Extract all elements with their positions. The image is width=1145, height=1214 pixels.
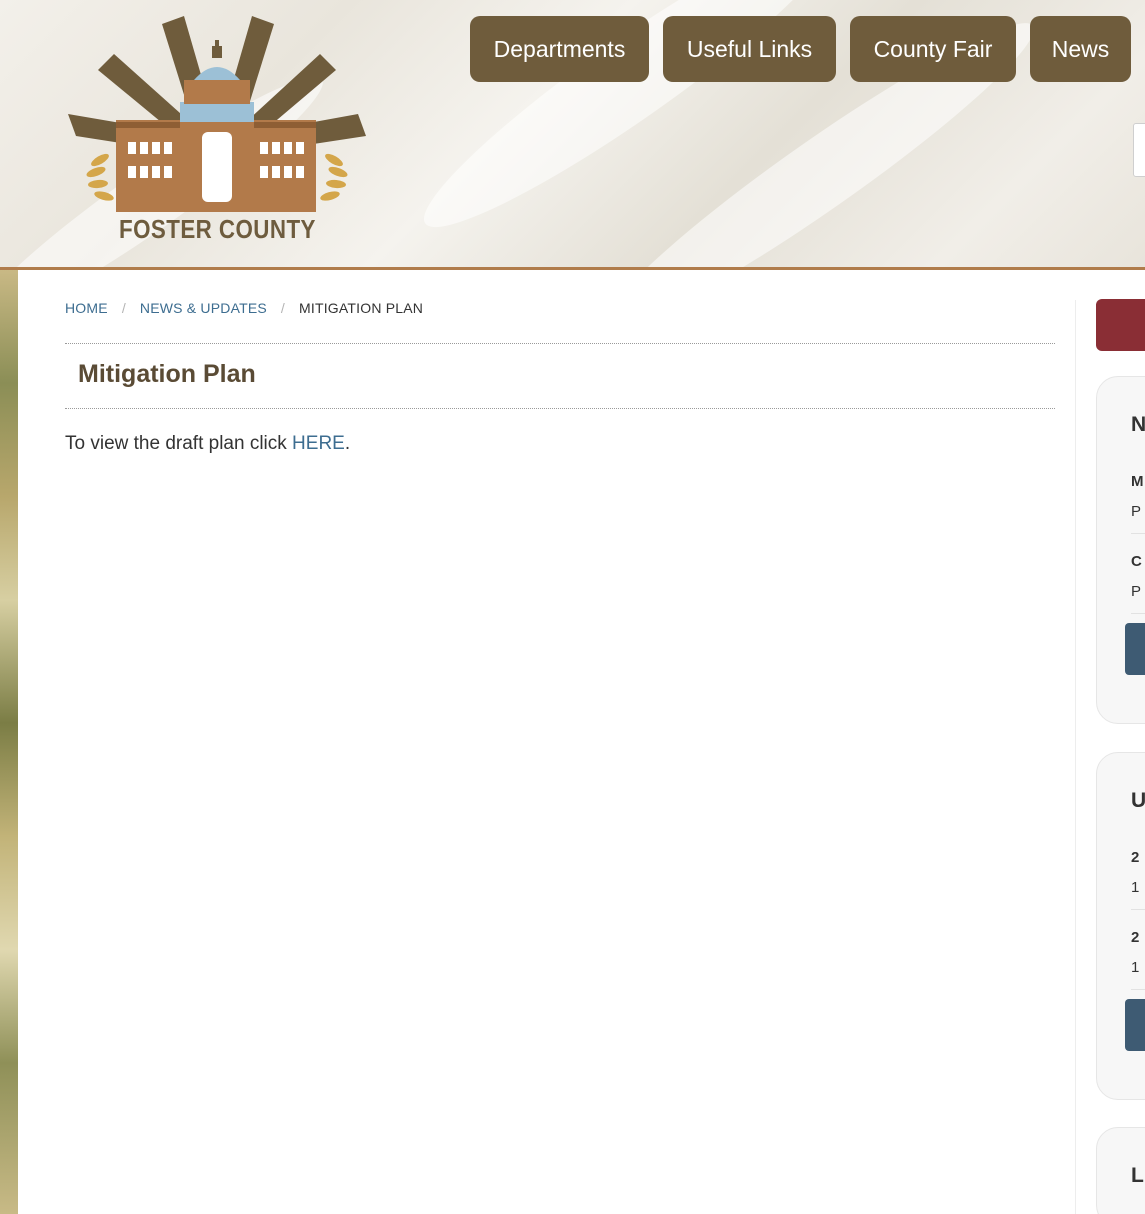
draft-plan-link[interactable]: HERE xyxy=(292,433,345,454)
header-divider xyxy=(0,267,1145,270)
card-separator xyxy=(1131,613,1145,614)
body-text-suffix: . xyxy=(344,433,351,454)
sidebar-card-links: L xyxy=(1096,1127,1145,1214)
card-item-meta: P xyxy=(1131,583,1142,600)
card-item-title[interactable]: 2 xyxy=(1131,929,1139,946)
card-separator xyxy=(1131,533,1145,534)
title-rule-bottom xyxy=(65,408,1055,409)
logo-text: FOSTER COUNTY xyxy=(119,214,316,244)
card-separator xyxy=(1131,909,1145,910)
sidebar-card-news: N M P C P xyxy=(1096,376,1145,724)
card-item-meta: P xyxy=(1131,503,1142,520)
card-more-button[interactable] xyxy=(1125,999,1145,1051)
body-text-prefix: To view the draft plan click xyxy=(65,433,293,454)
page-body-text: To view the draft plan click HERE. xyxy=(65,433,350,455)
nav-departments-button[interactable]: Departments xyxy=(470,16,649,82)
card-item-title[interactable]: 2 xyxy=(1131,849,1139,866)
card-more-button[interactable] xyxy=(1125,623,1145,675)
card-heading: L xyxy=(1131,1164,1144,1187)
sidebar-card-upcoming: U 2 1 2 1 xyxy=(1096,752,1145,1100)
site-header: FOSTER COUNTY Departments Useful Links C… xyxy=(0,0,1145,268)
breadcrumb-separator: / xyxy=(121,300,126,316)
nav-news-button[interactable]: News xyxy=(1030,16,1131,82)
breadcrumb: HOME / NEWS & UPDATES / MITIGATION PLAN xyxy=(65,300,423,316)
search-input[interactable] xyxy=(1133,123,1145,177)
left-decorative-stripe xyxy=(0,270,18,1214)
breadcrumb-news-link[interactable]: NEWS & UPDATES xyxy=(140,300,267,316)
breadcrumb-current: MITIGATION PLAN xyxy=(299,300,424,316)
card-heading: N xyxy=(1131,413,1145,436)
page-title: Mitigation Plan xyxy=(78,360,256,388)
nav-useful-links-button[interactable]: Useful Links xyxy=(663,16,836,82)
card-item-title[interactable]: M xyxy=(1131,473,1144,490)
sidebar-red-banner[interactable] xyxy=(1096,299,1145,351)
card-item-meta: 1 xyxy=(1131,879,1140,896)
card-item-title[interactable]: C xyxy=(1131,553,1142,570)
card-item-meta: 1 xyxy=(1131,959,1140,976)
card-heading: U xyxy=(1131,789,1145,812)
sidebar-divider xyxy=(1075,300,1076,1214)
nav-county-fair-button[interactable]: County Fair xyxy=(850,16,1016,82)
card-separator xyxy=(1131,989,1145,990)
breadcrumb-home-link[interactable]: HOME xyxy=(65,300,108,316)
breadcrumb-separator: / xyxy=(280,300,286,316)
title-rule-top xyxy=(65,343,1055,344)
